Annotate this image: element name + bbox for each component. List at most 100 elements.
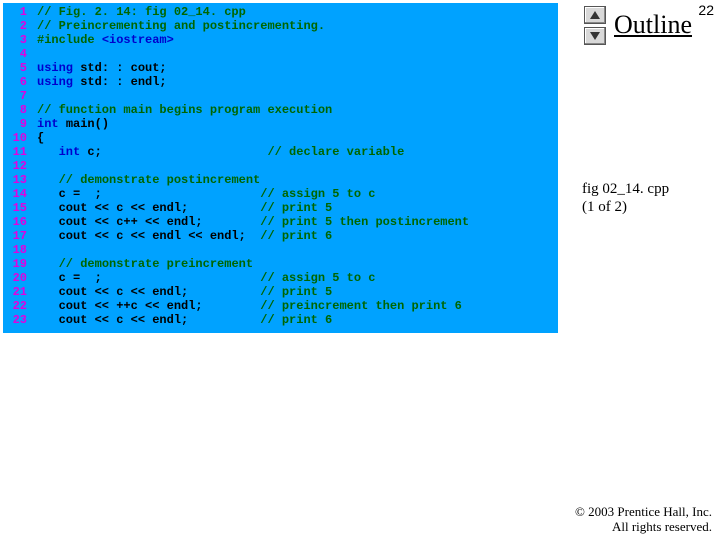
line-body: #include <iostream> [37, 33, 174, 47]
copyright-notice: © 2003 Prentice Hall, Inc. All rights re… [575, 504, 712, 534]
code-token: using [37, 61, 80, 75]
line-body: cout << c << endl << endl; // print 6 [37, 229, 332, 243]
line-number: 14 [3, 187, 37, 201]
line-body: int main() [37, 117, 109, 131]
code-line: 20 c = ; // assign 5 to c [3, 271, 558, 285]
nav-prev-button[interactable] [584, 6, 606, 24]
code-token: // print 6 [260, 313, 332, 327]
line-number: 6 [3, 75, 37, 89]
line-number: 3 [3, 33, 37, 47]
code-line: 16 cout << c++ << endl; // print 5 then … [3, 215, 558, 229]
line-number: 22 [3, 299, 37, 313]
code-token: cout << c << endl << endl; [37, 229, 260, 243]
line-number: 19 [3, 257, 37, 271]
nav-buttons [584, 6, 606, 48]
line-number: 23 [3, 313, 37, 327]
code-token [37, 257, 59, 271]
figure-label-line2: (1 of 2) [582, 199, 627, 215]
line-body: int c; // declare variable [37, 145, 404, 159]
line-body: cout << c << endl; // print 6 [37, 313, 332, 327]
triangle-up-icon [590, 11, 600, 19]
code-line: 18 [3, 243, 558, 257]
copyright-line2: All rights reserved. [612, 519, 712, 534]
line-number: 8 [3, 103, 37, 117]
code-token: cout << c << endl; [37, 285, 260, 299]
line-body: cout << ++c << endl; // preincrement the… [37, 299, 462, 313]
line-body: // demonstrate postincrement [37, 173, 260, 187]
line-body: c = ; // assign 5 to c [37, 187, 375, 201]
line-number: 4 [3, 47, 37, 61]
line-number: 1 [3, 5, 37, 19]
code-line: 11 int c; // declare variable [3, 145, 558, 159]
code-line: 4 [3, 47, 558, 61]
line-body: cout << c << endl; // print 5 [37, 201, 332, 215]
code-token: { [37, 131, 44, 145]
line-body: cout << c << endl; // print 5 [37, 285, 332, 299]
code-listing: 1// Fig. 2. 14: fig 02_14. cpp2// Preinc… [3, 3, 558, 333]
line-number: 16 [3, 215, 37, 229]
line-number: 10 [3, 131, 37, 145]
code-token: // demonstrate postincrement [59, 173, 261, 187]
line-body: using std: : endl; [37, 75, 167, 89]
code-line: 7 [3, 89, 558, 103]
code-token: // function main begins program executio… [37, 103, 332, 117]
line-body: using std: : cout; [37, 61, 167, 75]
code-line: 5using std: : cout; [3, 61, 558, 75]
code-token: cout << ++c << endl; [37, 299, 260, 313]
code-line: 12 [3, 159, 558, 173]
line-body [37, 47, 44, 61]
code-token: cout << c << endl; [37, 201, 260, 215]
line-body: // function main begins program executio… [37, 103, 332, 117]
code-line: 21 cout << c << endl; // print 5 [3, 285, 558, 299]
code-token: cout << c++ << endl; [37, 215, 260, 229]
code-token: // assign 5 to c [260, 187, 375, 201]
code-token: // Fig. 2. 14: fig 02_14. cpp [37, 5, 246, 19]
code-token: // demonstrate preincrement [59, 257, 253, 271]
line-number: 13 [3, 173, 37, 187]
code-token: <iostream> [102, 33, 174, 47]
code-line: 14 c = ; // assign 5 to c [3, 187, 558, 201]
line-number: 7 [3, 89, 37, 103]
triangle-down-icon [590, 32, 600, 40]
line-body: // Fig. 2. 14: fig 02_14. cpp [37, 5, 246, 19]
line-body: cout << c++ << endl; // print 5 then pos… [37, 215, 469, 229]
line-number: 21 [3, 285, 37, 299]
line-number: 11 [3, 145, 37, 159]
code-line: 6using std: : endl; [3, 75, 558, 89]
code-line: 1// Fig. 2. 14: fig 02_14. cpp [3, 5, 558, 19]
line-number: 2 [3, 19, 37, 33]
code-token: // assign 5 to c [260, 271, 375, 285]
code-token: // print 5 then postincrement [260, 215, 469, 229]
code-token: c; [87, 145, 267, 159]
code-token: c = ; [37, 271, 260, 285]
code-token: std: : endl; [80, 75, 166, 89]
code-line: 15 cout << c << endl; // print 5 [3, 201, 558, 215]
line-body: // demonstrate preincrement [37, 257, 253, 271]
code-token: // Preincrementing and postincrementing. [37, 19, 325, 33]
code-token: // preincrement then print 6 [260, 299, 462, 313]
code-line: 19 // demonstrate preincrement [3, 257, 558, 271]
line-number: 5 [3, 61, 37, 75]
code-token: int [59, 145, 88, 159]
code-token: // print 5 [260, 285, 332, 299]
line-number: 15 [3, 201, 37, 215]
line-body: c = ; // assign 5 to c [37, 271, 375, 285]
right-panel: Outline 22 fig 02_14. cpp (1 of 2) [572, 0, 720, 340]
code-line: 8// function main begins program executi… [3, 103, 558, 117]
code-token: #include [37, 33, 102, 47]
figure-label: fig 02_14. cpp (1 of 2) [582, 180, 669, 216]
figure-label-line1: fig 02_14. cpp [582, 181, 669, 197]
code-line: 22 cout << ++c << endl; // preincrement … [3, 299, 558, 313]
nav-next-button[interactable] [584, 27, 606, 45]
code-line: 3#include <iostream> [3, 33, 558, 47]
code-token [37, 173, 59, 187]
line-body [37, 159, 44, 173]
code-token: std: : cout; [80, 61, 166, 75]
code-line: 23 cout << c << endl; // print 6 [3, 313, 558, 327]
line-body [37, 89, 44, 103]
code-token: main() [66, 117, 109, 131]
page-number: 22 [698, 2, 714, 18]
code-line: 13 // demonstrate postincrement [3, 173, 558, 187]
line-number: 12 [3, 159, 37, 173]
line-body: // Preincrementing and postincrementing. [37, 19, 325, 33]
